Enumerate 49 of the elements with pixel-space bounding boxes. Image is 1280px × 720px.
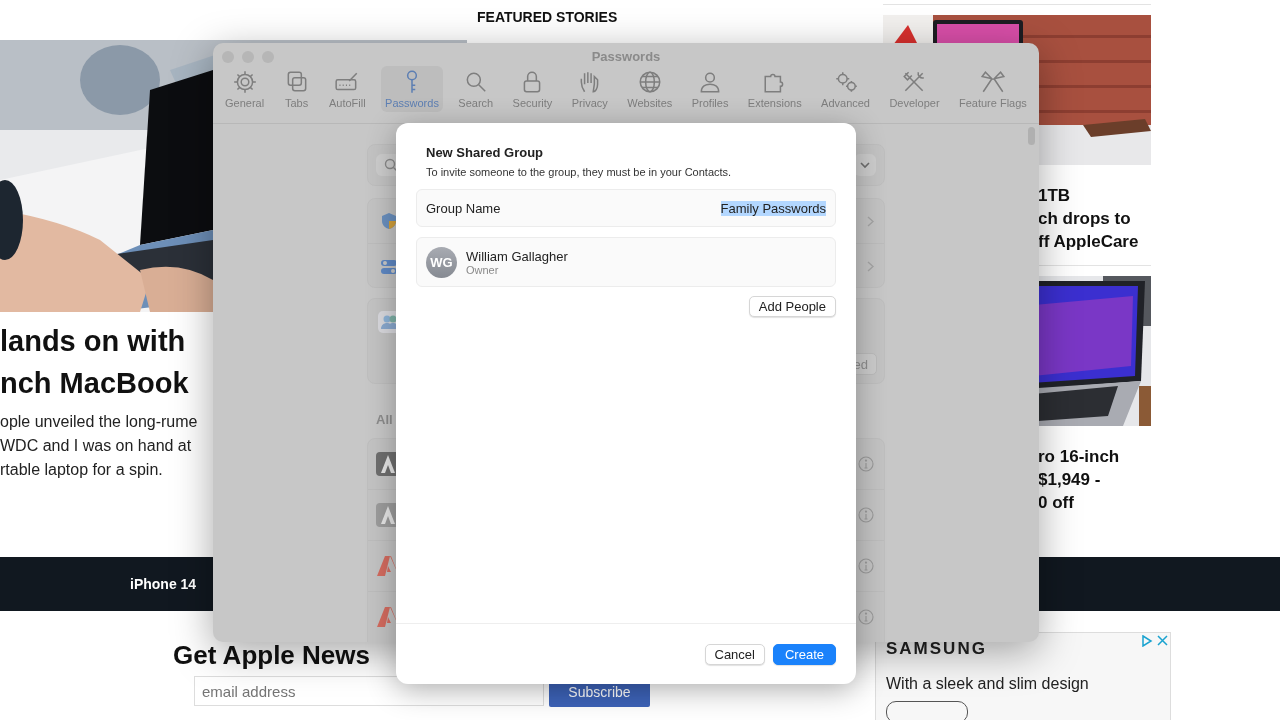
chevron-right-icon [867, 261, 874, 272]
toolbar-tab[interactable]: Search [454, 66, 498, 112]
toolbar-tab[interactable]: Profiles [687, 66, 733, 112]
toolbar-tab[interactable]: Websites [623, 66, 677, 112]
story-headline[interactable]: lands on with nch MacBook [0, 320, 189, 404]
toolbar-tab[interactable]: Privacy [567, 66, 612, 112]
ad-text: With a sleek and slim design [886, 675, 1089, 693]
window-title: Passwords [590, 48, 662, 64]
field-value: Family Passwords [720, 200, 826, 216]
close-icon[interactable] [1157, 635, 1168, 646]
flags-icon [979, 69, 1006, 95]
field-label: Group Name [426, 200, 501, 216]
info-icon[interactable] [858, 507, 874, 523]
gear-icon [231, 69, 258, 95]
toolbar-tab[interactable]: Extensions [743, 66, 806, 112]
toolbar-tab[interactable]: Passwords [381, 66, 443, 112]
dialog-subtitle: To invite someone to the group, they must be in your Contacts. [426, 166, 733, 178]
toolbar-tab[interactable]: Security [508, 66, 557, 112]
toolbar-tab[interactable]: AutoFill [325, 66, 370, 112]
info-icon[interactable] [858, 558, 874, 574]
story-title[interactable]: ro 16-inch $1,949 - 0 off [1038, 445, 1151, 514]
toolbar-tab[interactable]: Feature Flags [955, 66, 1031, 112]
member-name: William Gallagher [466, 248, 568, 264]
toolbar-tab[interactable]: General [221, 66, 269, 112]
story-title[interactable]: 1TB ch drops to ff AppleCare [1038, 184, 1151, 253]
info-icon[interactable] [858, 456, 874, 472]
member-role: Owner [466, 263, 499, 276]
list-heading: All [376, 412, 393, 427]
newsletter-heading: Get Apple News [173, 641, 370, 669]
chevron-down-icon [860, 161, 870, 169]
section-heading: FEATURED STORIES [477, 9, 618, 25]
dialog-title: New Shared Group [426, 145, 544, 160]
adchoices-icon[interactable] [1141, 635, 1153, 647]
shield-icon [381, 212, 397, 230]
story-summary: ople unveiled the long-rume WDC and I was on hand at rtable laptop for a spin. [0, 412, 198, 480]
ad-brand: SAMSUNG [886, 639, 987, 659]
nav-link[interactable]: iPhone 14 [130, 576, 197, 592]
dropdown-button[interactable] [854, 154, 876, 176]
toolbar-tab[interactable]: Tabs [279, 66, 314, 112]
toolbar-tab[interactable]: Developer [885, 66, 944, 112]
add-people-button[interactable]: Add People [748, 296, 836, 317]
info-icon[interactable] [858, 609, 874, 625]
avatar: WG [426, 246, 457, 278]
group-name-field[interactable]: Group Name Family Passwords [416, 189, 836, 227]
toolbar-tab[interactable]: Advanced [817, 66, 874, 112]
toggles-icon [381, 258, 397, 275]
chevron-right-icon [867, 215, 874, 227]
create-button[interactable]: Create [772, 643, 836, 665]
cancel-button[interactable]: Cancel [704, 643, 765, 665]
